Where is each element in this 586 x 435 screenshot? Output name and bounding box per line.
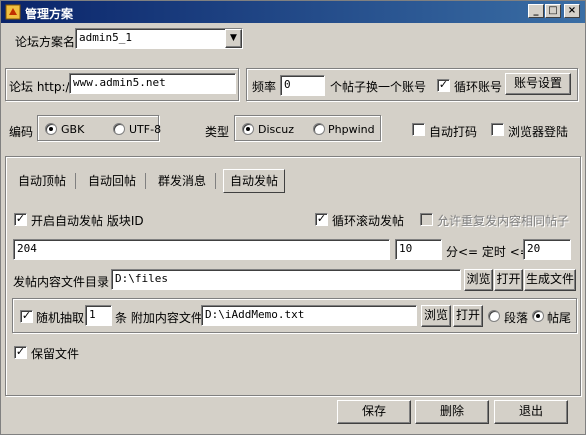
- window-title: 管理方案: [25, 7, 74, 21]
- chevron-down-icon[interactable]: ▼: [225, 29, 242, 48]
- tab-divider: [215, 173, 216, 189]
- tab-divider: [145, 173, 146, 189]
- rate-label: 频率: [252, 80, 277, 94]
- check-icon: ✓: [316, 212, 327, 225]
- manage-scheme-window: 管理方案 _ □ × 论坛方案名 admin5_1 ▼ 论坛 http:// w…: [0, 0, 586, 435]
- loop-account-label: 循环账号: [454, 80, 503, 94]
- tab-auto-bump[interactable]: 自动顶帖: [12, 169, 72, 193]
- open-dir-button[interactable]: 打开: [494, 269, 523, 291]
- position-paragraph-radio[interactable]: [488, 310, 500, 322]
- check-icon: ✓: [438, 78, 449, 91]
- scheme-name-value: admin5_1: [79, 31, 132, 44]
- random-extract-checkbox[interactable]: ✓: [20, 310, 33, 323]
- tab-mass-message[interactable]: 群发消息: [152, 169, 212, 193]
- auto-captcha-label: 自动打码: [429, 125, 478, 139]
- position-tail-radio[interactable]: [532, 310, 544, 322]
- random-extract-label: 随机抽取: [36, 311, 85, 325]
- minimize-button[interactable]: _: [528, 4, 544, 18]
- tab-divider: [75, 173, 76, 189]
- forum-url-label: 论坛 http://: [9, 80, 74, 94]
- type-discuz-radio[interactable]: [242, 123, 254, 135]
- encoding-label: 编码: [9, 125, 34, 139]
- check-icon: ✓: [15, 212, 26, 225]
- check-icon: ✓: [21, 309, 32, 322]
- maximize-button[interactable]: □: [545, 4, 561, 18]
- encoding-utf8-label: UTF-8: [129, 123, 162, 136]
- account-settings-button[interactable]: 账号设置: [505, 73, 571, 95]
- attach-browse-button[interactable]: 浏览: [421, 305, 451, 327]
- random-count-input[interactable]: 1: [85, 305, 112, 326]
- keep-file-checkbox[interactable]: ✓: [14, 346, 27, 359]
- forum-url-input[interactable]: www.admin5.net: [69, 73, 236, 94]
- type-label: 类型: [205, 125, 230, 139]
- encoding-gbk-label: GBK: [61, 123, 85, 136]
- tab-auto-reply[interactable]: 自动回帖: [82, 169, 142, 193]
- scheme-name-select[interactable]: admin5_1: [75, 28, 243, 49]
- encoding-gbk-radio[interactable]: [45, 123, 57, 135]
- attach-open-button[interactable]: 打开: [453, 305, 483, 327]
- allow-repeat-checkbox[interactable]: [420, 213, 433, 226]
- allow-repeat-label: 允许重复发内容相同帖子: [437, 214, 570, 228]
- title-bar[interactable]: 管理方案 _ □ ×: [1, 1, 585, 23]
- type-phpwind-label: Phpwind: [328, 123, 375, 136]
- app-icon: [5, 4, 21, 20]
- enable-auto-post-checkbox[interactable]: ✓: [14, 213, 27, 226]
- attach-file-input[interactable]: D:\iAddMemo.txt: [201, 305, 417, 326]
- browser-login-label: 浏览器登陆: [508, 125, 569, 139]
- type-discuz-label: Discuz: [258, 123, 295, 136]
- position-tail-label: 帖尾: [547, 311, 572, 325]
- auto-captcha-checkbox[interactable]: [412, 123, 425, 136]
- save-button[interactable]: 保存: [337, 400, 411, 424]
- type-phpwind-radio[interactable]: [313, 123, 325, 135]
- delete-button[interactable]: 删除: [415, 400, 489, 424]
- position-paragraph-label: 段落: [504, 311, 529, 325]
- tab-auto-post[interactable]: 自动发帖: [223, 169, 286, 193]
- generate-file-button[interactable]: 生成文件: [524, 269, 576, 291]
- loop-account-checkbox[interactable]: ✓: [437, 79, 450, 92]
- browse-dir-button[interactable]: 浏览: [464, 269, 493, 291]
- timer-max-input[interactable]: 20: [523, 239, 571, 260]
- keep-file-label: 保留文件: [31, 347, 80, 361]
- exit-button[interactable]: 退出: [494, 400, 568, 424]
- board-id-input[interactable]: 204: [13, 239, 390, 260]
- loop-scroll-label: 循环滚动发帖: [332, 214, 405, 228]
- enable-auto-post-label: 开启自动发帖 版块ID: [31, 214, 144, 228]
- rate-input[interactable]: 0: [280, 75, 325, 96]
- scheme-name-label: 论坛方案名: [15, 35, 76, 49]
- rate-suffix-label: 个帖子换一个账号: [330, 80, 427, 94]
- browser-login-checkbox[interactable]: [491, 123, 504, 136]
- close-button[interactable]: ×: [564, 4, 580, 18]
- content-dir-input[interactable]: D:\files: [111, 269, 461, 290]
- content-dir-label: 发帖内容文件目录: [13, 275, 110, 289]
- encoding-utf8-radio[interactable]: [113, 123, 125, 135]
- attach-label: 条 附加内容文件: [115, 311, 203, 325]
- timer-label: 分<= 定时 <=: [446, 245, 530, 259]
- check-icon: ✓: [15, 345, 26, 358]
- timer-min-input[interactable]: 10: [395, 239, 442, 260]
- loop-scroll-checkbox[interactable]: ✓: [315, 213, 328, 226]
